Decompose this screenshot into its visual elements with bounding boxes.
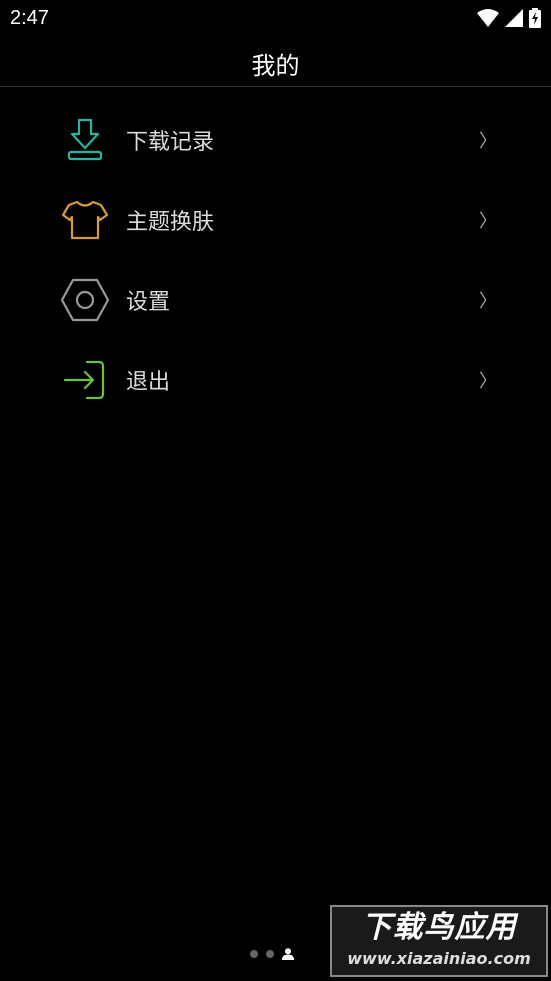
chevron-right-icon: 〉 bbox=[479, 371, 497, 392]
menu-item-logout[interactable]: 退出 〉 bbox=[0, 340, 551, 420]
watermark-url: www.xiazainiao.com bbox=[347, 949, 531, 968]
settings-hexagon-icon bbox=[60, 275, 110, 325]
person-icon[interactable] bbox=[282, 948, 294, 960]
page-title: 我的 bbox=[251, 52, 300, 80]
title-bar: 我的 bbox=[0, 38, 551, 87]
page-dot[interactable] bbox=[266, 950, 274, 958]
status-bar: 2:47 bbox=[0, 0, 551, 38]
shirt-icon bbox=[60, 195, 110, 245]
menu-item-download-history[interactable]: 下载记录 〉 bbox=[0, 100, 551, 180]
menu-item-label: 下载记录 bbox=[126, 130, 215, 155]
battery-charging-icon bbox=[529, 8, 541, 28]
menu-item-label: 设置 bbox=[126, 290, 171, 315]
page-indicator bbox=[250, 948, 294, 960]
menu-list: 下载记录 〉 主题换肤 〉 设置 〉 退出 〉 bbox=[0, 100, 551, 420]
menu-item-settings[interactable]: 设置 〉 bbox=[0, 260, 551, 340]
signal-icon bbox=[505, 9, 523, 27]
wifi-icon bbox=[477, 9, 499, 27]
chevron-right-icon: 〉 bbox=[479, 211, 497, 232]
chevron-right-icon: 〉 bbox=[479, 291, 497, 312]
menu-item-label: 退出 bbox=[126, 370, 171, 395]
page-dot[interactable] bbox=[250, 950, 258, 958]
menu-item-label: 主题换肤 bbox=[126, 210, 215, 235]
status-time: 2:47 bbox=[10, 7, 49, 29]
watermark-title: 下载鸟应用 bbox=[361, 910, 517, 945]
menu-item-theme-skin[interactable]: 主题换肤 〉 bbox=[0, 180, 551, 260]
chevron-right-icon: 〉 bbox=[479, 131, 497, 152]
status-icons bbox=[477, 8, 541, 28]
exit-icon bbox=[60, 355, 110, 405]
download-icon bbox=[60, 115, 110, 165]
watermark-logo: 下载鸟应用 www.xiazainiao.com bbox=[330, 905, 548, 977]
